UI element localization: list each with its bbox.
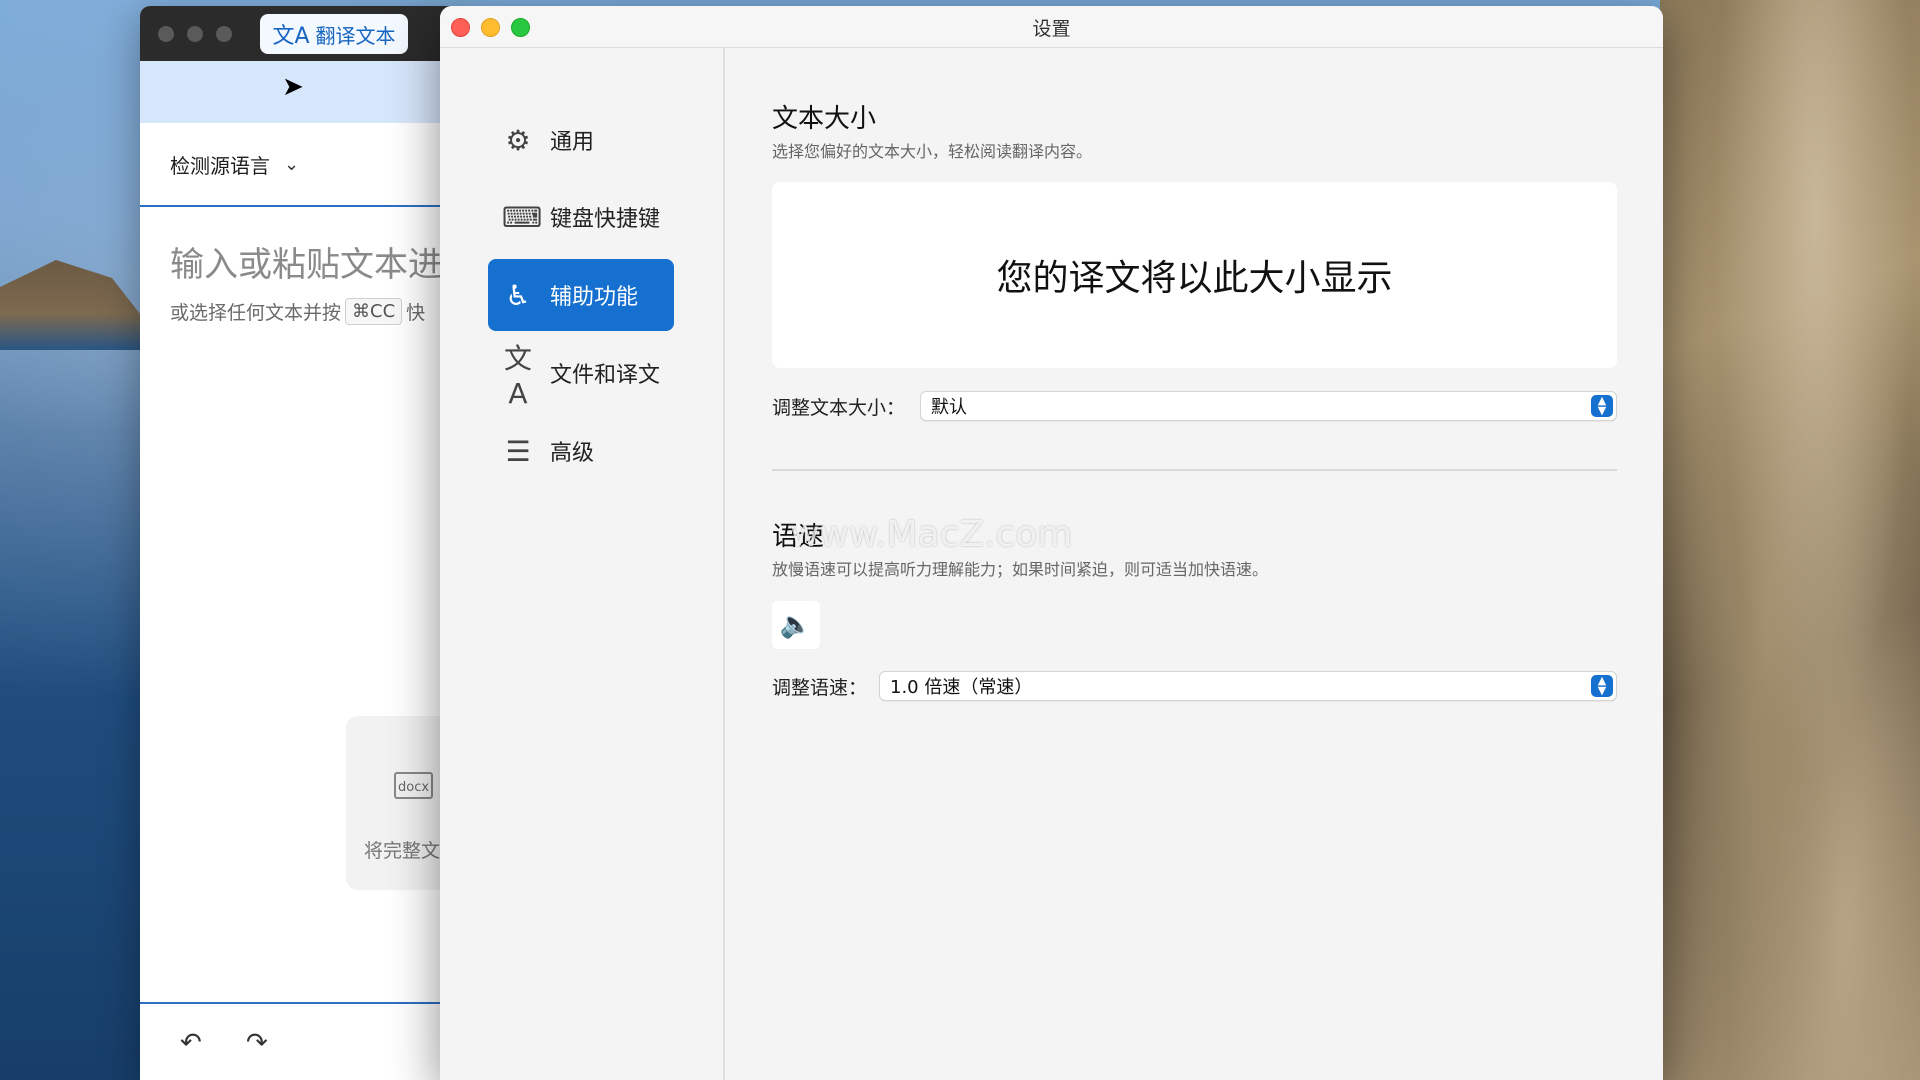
speech-rate-label: 调整语速：	[772, 676, 868, 699]
speech-rate-row: 调整语速： 1.0 倍速（常速） ▲ ▼	[772, 671, 1617, 701]
select-stepper-icon: ▲ ▼	[1591, 675, 1613, 697]
window-title: 设置	[1032, 18, 1071, 40]
mouse-cursor-icon: ➤	[282, 72, 304, 102]
speech-rate-value: 1.0 倍速（常速）	[890, 677, 1033, 698]
translator-footer: ↶ ↷	[140, 1002, 460, 1080]
drop-zone-text: 将完整文	[364, 840, 441, 862]
tab-translate-text[interactable]: 文A 翻译文本	[260, 14, 408, 54]
sidebar-item-label: 文件和译文	[550, 363, 661, 388]
keyboard-icon: ⌨	[502, 200, 543, 234]
settings-content: 文本大小 选择您偏好的文本大小，轻松阅读翻译内容。 您的译文将以此大小显示 调整…	[772, 48, 1617, 1080]
section-divider	[772, 469, 1617, 471]
wallpaper-cliffs	[1660, 0, 1920, 1080]
text-size-value: 默认	[931, 397, 967, 418]
sidebar-item-advanced[interactable]: ☰ 高级	[488, 415, 674, 487]
settings-titlebar: 设置	[440, 6, 1663, 48]
text-size-label: 调整文本大小：	[772, 396, 906, 419]
close-button-inactive[interactable]	[158, 26, 174, 42]
shortcut-key: ⌘CC	[345, 298, 403, 325]
translator-titlebar: 文A 翻译文本	[140, 6, 460, 61]
text-size-preview: 您的译文将以此大小显示	[772, 182, 1617, 368]
chevron-down-icon: ⌄	[284, 153, 300, 175]
speech-rate-select[interactable]: 1.0 倍速（常速） ▲ ▼	[879, 671, 1617, 701]
speaker-icon[interactable]: 🔈	[772, 601, 820, 649]
text-size-select[interactable]: 默认 ▲ ▼	[920, 391, 1617, 421]
redo-icon[interactable]: ↷	[246, 1028, 268, 1058]
accessibility-icon: ♿	[505, 278, 531, 312]
input-hint: 或选择任何文本并按 ⌘CC 快	[140, 286, 460, 325]
wallpaper-land	[0, 260, 140, 350]
text-size-row: 调整文本大小： 默认 ▲ ▼	[772, 391, 1617, 421]
watermark: www.MacZ.com	[790, 514, 1073, 555]
source-language-selector[interactable]: 检测源语言 ⌄	[140, 123, 460, 207]
settings-sidebar: ⚙ 通用 ⌨ 键盘快捷键 ♿ 辅助功能 文A 文件和译文 ☰ 高级	[440, 48, 725, 1080]
undo-icon[interactable]: ↶	[180, 1028, 202, 1058]
gear-icon: ⚙	[505, 123, 531, 157]
source-language-label: 检测源语言	[170, 153, 270, 178]
sidebar-item-keyboard-shortcuts[interactable]: ⌨ 键盘快捷键	[488, 181, 674, 253]
sidebar-item-files-translation[interactable]: 文A 文件和译文	[488, 337, 674, 410]
document-icon: docx	[394, 772, 434, 799]
hint-suffix: 快	[406, 302, 426, 324]
hint-prefix: 或选择任何文本并按	[170, 302, 342, 324]
sidebar-item-general[interactable]: ⚙ 通用	[488, 104, 674, 176]
minimize-button-inactive[interactable]	[187, 26, 203, 42]
sidebar-item-accessibility[interactable]: ♿ 辅助功能	[488, 259, 674, 331]
translator-window: 文A 翻译文本 检测源语言 ⌄ 输入或粘贴文本进 或选择任何文本并按 ⌘CC 快…	[140, 6, 460, 1080]
tab-translate-text-label: 翻译文本	[315, 23, 396, 48]
sidebar-item-label: 辅助功能	[550, 285, 639, 310]
translate-icon: 文A	[503, 341, 532, 410]
sidebar-item-label: 高级	[550, 441, 595, 466]
text-size-description: 选择您偏好的文本大小，轻松阅读翻译内容。	[772, 142, 1093, 161]
zoom-button-inactive[interactable]	[216, 26, 232, 42]
text-size-title: 文本大小	[772, 104, 877, 134]
sliders-icon: ☰	[505, 434, 531, 468]
translate-icon: 文A	[272, 24, 310, 49]
input-placeholder[interactable]: 输入或粘贴文本进	[140, 207, 460, 286]
sidebar-item-label: 键盘快捷键	[550, 207, 661, 232]
speech-rate-description: 放慢语速可以提高听力理解能力；如果时间紧迫，则可适当加快语速。	[772, 560, 1269, 579]
sidebar-item-label: 通用	[550, 130, 595, 155]
select-stepper-icon: ▲ ▼	[1591, 395, 1613, 417]
